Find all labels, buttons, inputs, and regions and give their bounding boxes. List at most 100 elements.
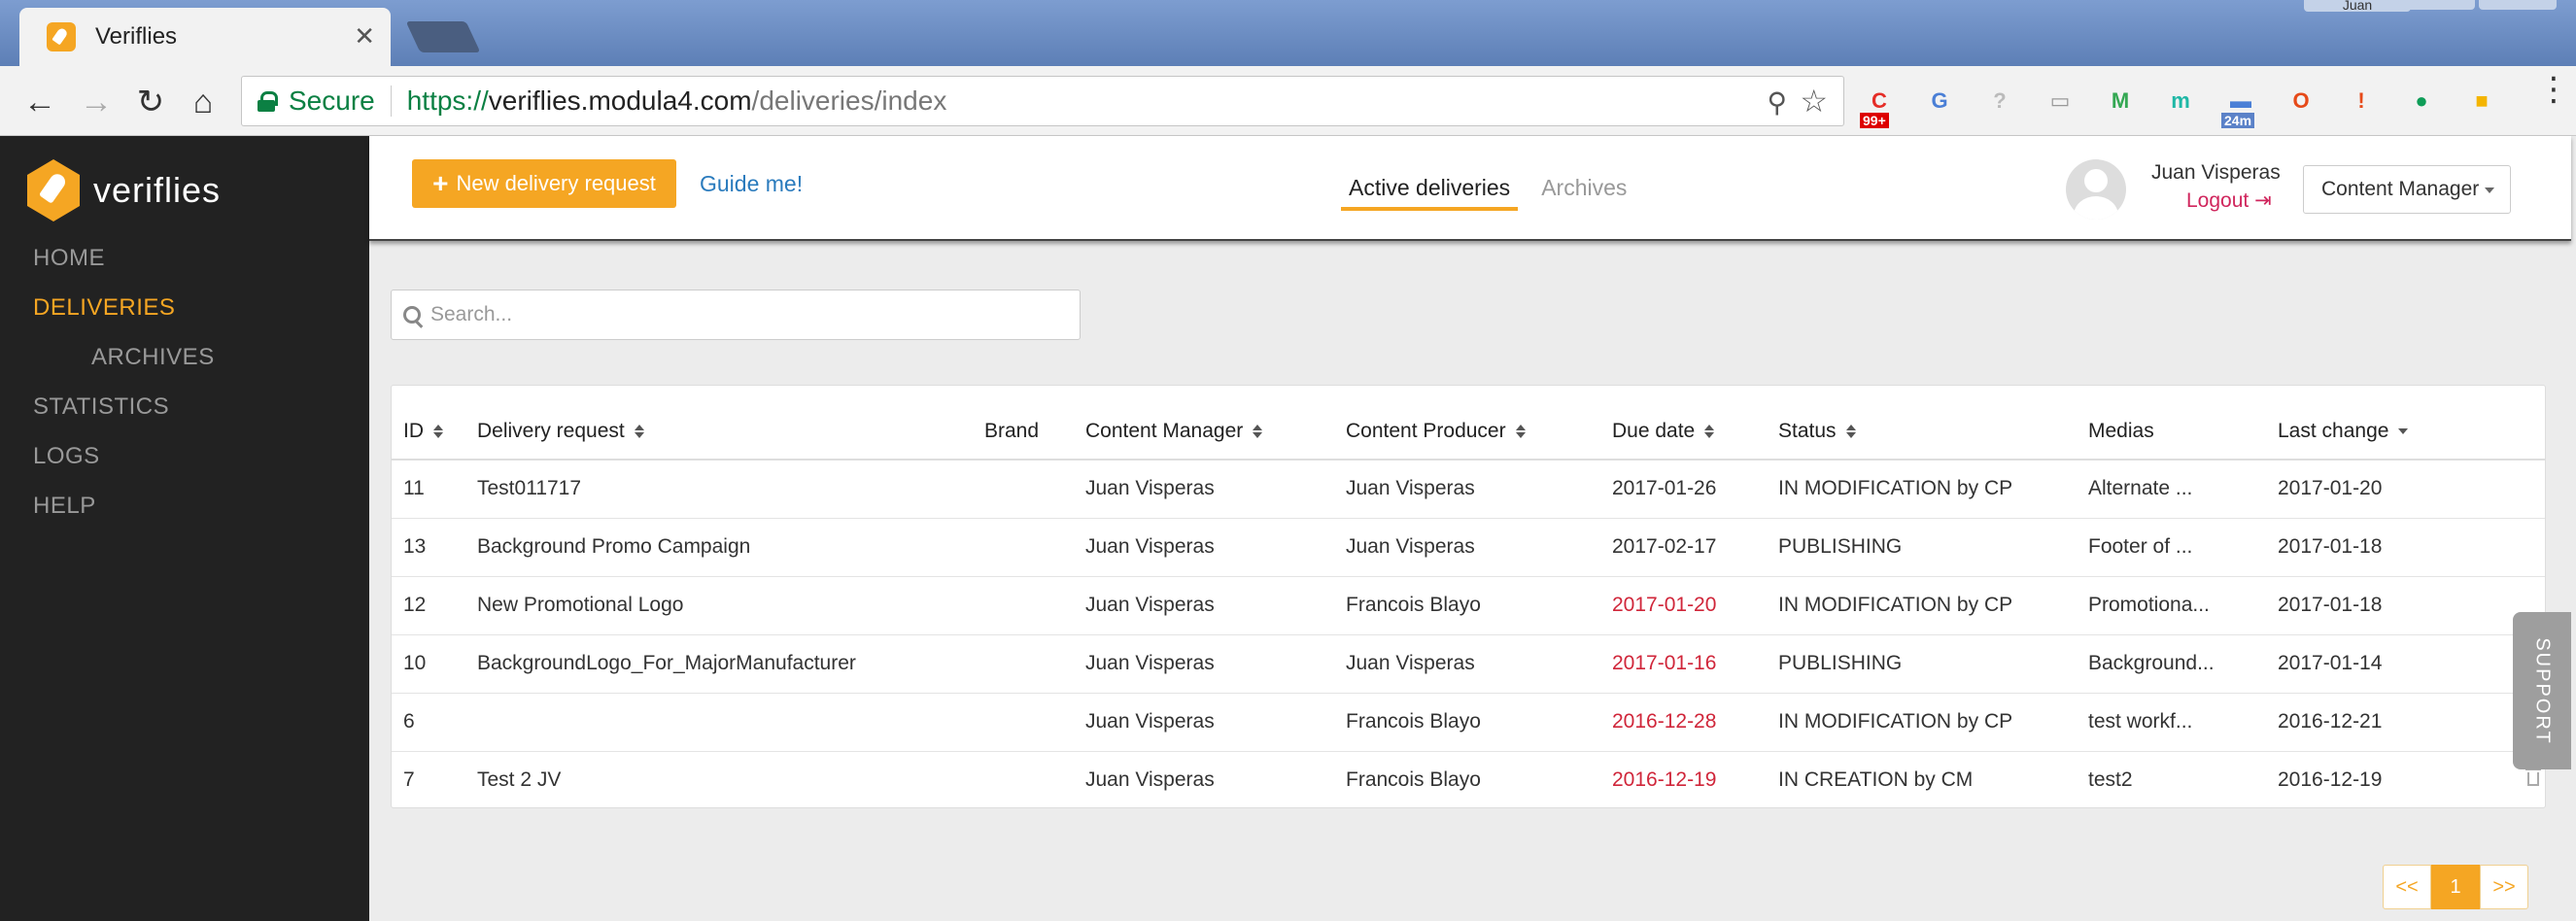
sort-icon xyxy=(1845,424,1856,438)
table-row[interactable]: 13 Background Promo Campaign Juan Visper… xyxy=(392,518,2545,577)
cell-medias: test2 xyxy=(2088,768,2133,792)
cell-due-date: 2016-12-19 xyxy=(1612,768,1717,792)
new-tab-button[interactable] xyxy=(405,21,481,52)
pagination-page-1[interactable]: 1 xyxy=(2431,865,2480,909)
support-tab[interactable]: SUPPORT xyxy=(2513,612,2571,769)
cell-brand xyxy=(984,460,1085,519)
cell-delivery-request[interactable]: Test 2 JV xyxy=(477,751,984,809)
sidebar-item-archives[interactable]: ARCHIVES xyxy=(33,332,215,382)
trash-icon[interactable] xyxy=(2525,768,2542,787)
cell-content-manager: Juan Visperas xyxy=(1085,693,1346,752)
chat-ext-icon[interactable]: ■ xyxy=(2460,80,2503,122)
sidebar-item-home[interactable]: HOME xyxy=(33,233,215,283)
brand[interactable]: veriflies xyxy=(27,159,221,222)
column-header-medias-label: Medias xyxy=(2088,419,2154,442)
extension-badge: 99+ xyxy=(1860,113,1889,128)
calendar-ext-icon[interactable]: ▬ 24m xyxy=(2219,80,2262,128)
maximize-button[interactable] xyxy=(2479,0,2557,10)
address-bar[interactable]: Secure https://veriflies.modula4.com/del… xyxy=(241,76,1844,126)
bookmark-star-icon[interactable]: ☆ xyxy=(1800,83,1828,119)
column-header-delivery-request[interactable]: Delivery request xyxy=(477,386,984,460)
url-path: /deliveries/index xyxy=(751,85,947,116)
cell-content-manager: Juan Visperas xyxy=(1085,518,1346,577)
column-header-content-producer-label: Content Producer xyxy=(1346,419,1506,442)
cell-delivery-request[interactable]: BackgroundLogo_For_MajorManufacturer xyxy=(477,634,984,694)
url-text[interactable]: https://veriflies.modula4.com/deliveries… xyxy=(407,85,947,117)
logout-link[interactable]: Logout ⇥ xyxy=(2186,188,2272,213)
column-header-delivery-request-label: Delivery request xyxy=(477,419,625,442)
cell-delivery-request[interactable]: New Promotional Logo xyxy=(477,576,984,635)
pagination-prev-button[interactable]: << xyxy=(2383,865,2431,909)
browser-tab[interactable]: Veriflies ✕ xyxy=(19,8,391,66)
table-row[interactable]: 7 Test 2 JV Juan Visperas Francois Blayo… xyxy=(392,751,2545,809)
alert-ext-icon[interactable]: ! xyxy=(2340,80,2383,122)
column-header-content-manager[interactable]: Content Manager xyxy=(1085,386,1346,460)
window-controls xyxy=(2397,0,2557,10)
app-header: + New delivery request Guide me! Active … xyxy=(369,136,2571,241)
c-ext-icon[interactable]: C 99+ xyxy=(1858,80,1901,128)
office-ext-icon[interactable]: O xyxy=(2280,80,2322,122)
column-header-due-date[interactable]: Due date xyxy=(1612,386,1778,460)
avatar[interactable] xyxy=(2066,159,2126,220)
table-row[interactable]: 10 BackgroundLogo_For_MajorManufacturer … xyxy=(392,634,2545,694)
minimize-button[interactable] xyxy=(2397,0,2475,10)
new-delivery-request-button[interactable]: + New delivery request xyxy=(412,159,676,208)
zoom-icon[interactable]: ⚲ xyxy=(1767,86,1787,119)
circle-ext-icon[interactable]: m xyxy=(2159,80,2202,122)
sidebar-item-help[interactable]: HELP xyxy=(33,481,215,530)
sidebar-item-statistics[interactable]: STATISTICS xyxy=(33,382,215,431)
profile-chip[interactable]: Juan xyxy=(2304,0,2411,12)
cell-status: PUBLISHING xyxy=(1778,634,2088,694)
sort-icon xyxy=(1253,424,1263,438)
cell-content-producer: Francois Blayo xyxy=(1346,768,1481,792)
help-ext-icon[interactable]: ? xyxy=(1978,80,2021,122)
cell-due-date: 2017-01-16 xyxy=(1612,634,1778,694)
cast-ext-icon[interactable]: ▭ xyxy=(2039,80,2081,122)
cell-last-change: 2017-01-20 xyxy=(2278,460,2545,519)
table-row[interactable]: 12 New Promotional Logo Juan Visperas Fr… xyxy=(392,576,2545,635)
forward-arrow-icon[interactable]: → xyxy=(76,82,117,122)
column-header-content-producer[interactable]: Content Producer xyxy=(1346,386,1612,460)
translate-ext-icon[interactable]: G xyxy=(1918,80,1961,122)
tab-active-deliveries[interactable]: Active deliveries xyxy=(1341,175,1519,211)
column-header-status[interactable]: Status xyxy=(1778,386,2088,460)
guide-me-link[interactable]: Guide me! xyxy=(700,171,803,197)
logout-label: Logout xyxy=(2186,189,2250,212)
cell-content-manager: Juan Visperas xyxy=(1085,460,1346,519)
sidebar-item-deliveries[interactable]: DELIVERIES xyxy=(33,283,215,332)
browser-menu-icon[interactable]: ⋮ xyxy=(2537,73,2570,106)
table-row[interactable]: 11 Test011717 Juan Visperas Juan Vispera… xyxy=(392,460,2545,519)
cell-due-date: 2016-12-28 xyxy=(1612,693,1778,752)
back-arrow-icon[interactable]: ← xyxy=(19,82,60,122)
cell-delivery-request[interactable]: Test011717 xyxy=(477,460,984,519)
reload-icon[interactable]: ↻ xyxy=(130,82,171,122)
tab-archives[interactable]: Archives xyxy=(1533,175,1634,211)
cell-content-manager: Juan Visperas xyxy=(1085,576,1346,635)
column-header-last-change[interactable]: Last change xyxy=(2278,386,2545,460)
search-input[interactable] xyxy=(430,303,1052,326)
sidebar-item-logs[interactable]: LOGS xyxy=(33,431,215,481)
home-icon[interactable]: ⌂ xyxy=(183,82,223,122)
table-row[interactable]: 6 Juan Visperas Francois Blayo 2016-12-2… xyxy=(392,693,2545,752)
tab-close-icon[interactable]: ✕ xyxy=(354,21,375,51)
url-scheme: https:// xyxy=(406,85,489,116)
m-ext-icon[interactable]: M xyxy=(2099,80,2142,122)
cell-medias: Alternate ... xyxy=(2088,460,2278,519)
cell-brand xyxy=(984,634,1085,694)
column-header-id[interactable]: ID xyxy=(392,386,477,460)
cell-last-change-value: 2016-12-19 xyxy=(2278,768,2383,792)
cell-delivery-request[interactable]: Background Promo Campaign xyxy=(477,518,984,577)
role-dropdown[interactable]: Content Manager xyxy=(2303,165,2511,214)
cell-content-producer: Juan Visperas xyxy=(1346,634,1612,694)
cell-delivery-request[interactable] xyxy=(477,693,984,752)
cell-medias: Promotiona... xyxy=(2088,576,2278,635)
cell-content-manager: Juan Visperas xyxy=(1085,768,1215,792)
cell-status: IN MODIFICATION by CP xyxy=(1778,693,2088,752)
pagination-next-button[interactable]: >> xyxy=(2480,865,2528,909)
user-name: Juan Visperas xyxy=(2151,161,2281,184)
cell-content-producer: Francois Blayo xyxy=(1346,693,1612,752)
hangouts-ext-icon[interactable]: ● xyxy=(2400,80,2443,122)
cell-last-change: 2017-01-18 xyxy=(2278,576,2545,635)
logout-icon: ⇥ xyxy=(2254,189,2272,212)
search-box xyxy=(391,290,1081,340)
